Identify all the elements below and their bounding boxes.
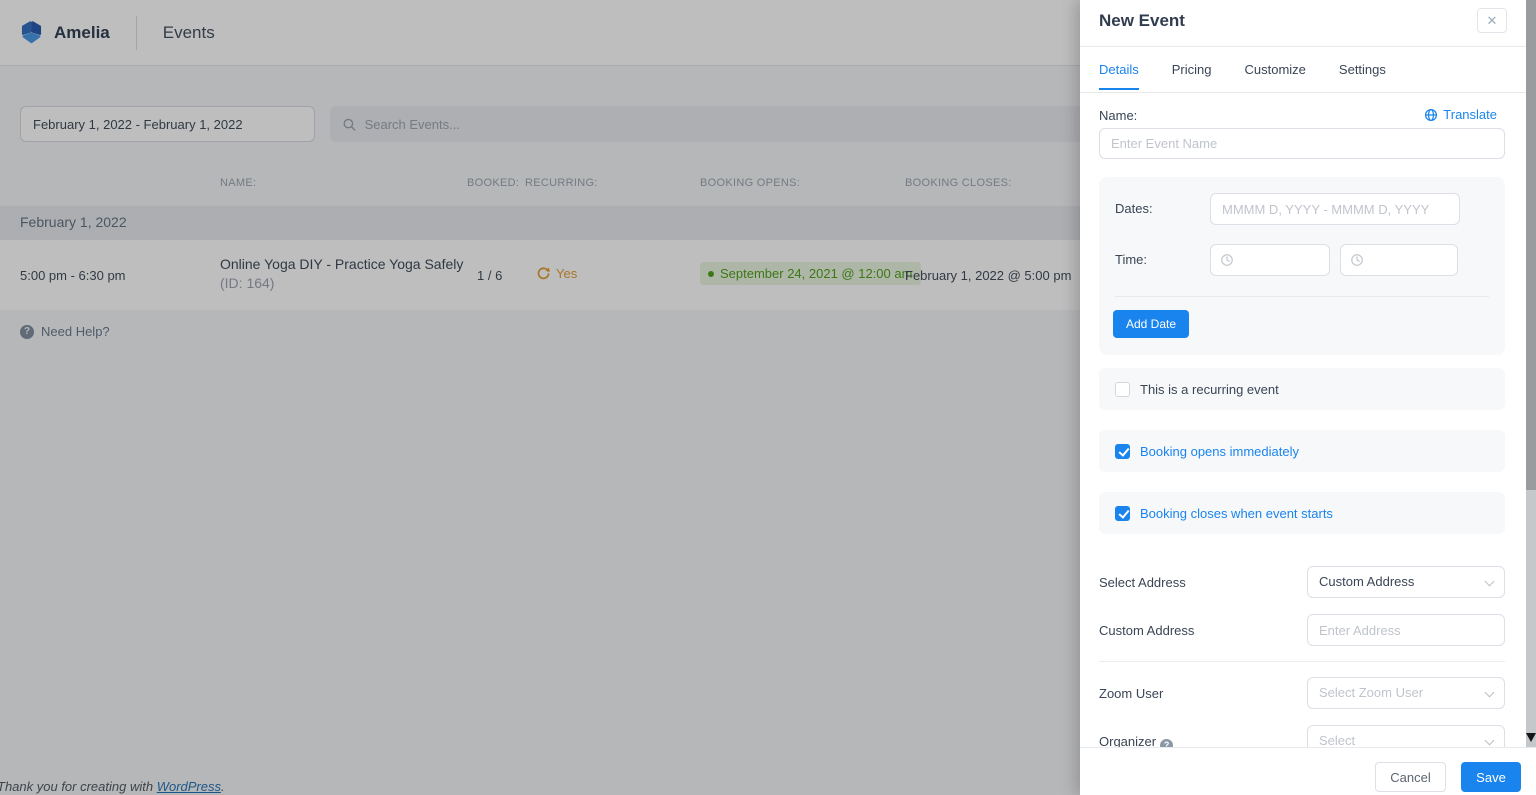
- organizer-placeholder: Select: [1319, 733, 1356, 748]
- globe-icon: [1425, 108, 1438, 121]
- cancel-button[interactable]: Cancel: [1375, 762, 1446, 792]
- name-label: Name:: [1099, 108, 1138, 123]
- custom-address-input[interactable]: [1307, 614, 1505, 646]
- booking-closes-checkbox[interactable]: [1115, 505, 1130, 521]
- scrollbar-down-arrow-icon[interactable]: [1526, 733, 1536, 742]
- event-name-input[interactable]: [1099, 128, 1505, 159]
- tabs-divider: [1080, 92, 1536, 93]
- drawer-scrollbar[interactable]: [1526, 0, 1536, 747]
- clock-icon: [1221, 254, 1233, 266]
- chevron-down-icon: [1484, 687, 1495, 698]
- new-event-drawer: New Event ✕ Details Pricing Customize Se…: [1080, 0, 1536, 795]
- booking-closes-label: Booking closes when event starts: [1140, 505, 1333, 521]
- translate-link[interactable]: Translate: [1424, 107, 1497, 122]
- custom-address-label: Custom Address: [1099, 623, 1195, 638]
- close-icon[interactable]: ✕: [1477, 8, 1507, 33]
- booking-opens-label: Booking opens immediately: [1140, 443, 1299, 459]
- chevron-down-icon: [1484, 576, 1495, 587]
- booking-closes-option[interactable]: Booking closes when event starts: [1099, 492, 1505, 534]
- recurring-option-label: This is a recurring event: [1140, 381, 1279, 397]
- scrollbar-thumb[interactable]: [1526, 0, 1536, 490]
- zoom-user-dropdown[interactable]: Select Zoom User: [1307, 677, 1505, 709]
- booking-opens-option[interactable]: Booking opens immediately: [1099, 430, 1505, 472]
- drawer-header-divider: [1080, 46, 1536, 47]
- tab-customize[interactable]: Customize: [1245, 62, 1306, 90]
- booking-opens-checkbox[interactable]: [1115, 443, 1130, 459]
- save-button[interactable]: Save: [1461, 762, 1521, 792]
- clock-icon: [1351, 254, 1363, 266]
- tab-details[interactable]: Details: [1099, 62, 1139, 90]
- dates-card-divider: [1115, 296, 1489, 297]
- time-label: Time:: [1115, 252, 1148, 267]
- drawer-footer: Cancel Save: [1080, 747, 1536, 795]
- dates-range-input[interactable]: [1210, 193, 1460, 225]
- zoom-user-placeholder: Select Zoom User: [1319, 685, 1424, 700]
- recurring-event-option[interactable]: This is a recurring event: [1099, 368, 1505, 410]
- select-address-value: Custom Address: [1319, 574, 1415, 589]
- tab-settings[interactable]: Settings: [1339, 62, 1386, 90]
- select-address-label: Select Address: [1099, 575, 1186, 590]
- dates-label: Dates:: [1115, 201, 1153, 216]
- address-section-divider: [1099, 661, 1505, 662]
- select-address-dropdown[interactable]: Custom Address: [1307, 566, 1505, 598]
- drawer-tabs: Details Pricing Customize Settings: [1099, 62, 1386, 90]
- tab-pricing[interactable]: Pricing: [1172, 62, 1212, 90]
- chevron-down-icon: [1484, 735, 1495, 746]
- recurring-checkbox[interactable]: [1115, 381, 1130, 397]
- add-date-button[interactable]: Add Date: [1113, 310, 1190, 338]
- screen: Amelia Events NAME: BOOKED: RECURRING: B…: [0, 0, 1536, 795]
- drawer-title: New Event: [1099, 11, 1185, 30]
- translate-label: Translate: [1443, 107, 1497, 122]
- zoom-user-label: Zoom User: [1099, 686, 1164, 701]
